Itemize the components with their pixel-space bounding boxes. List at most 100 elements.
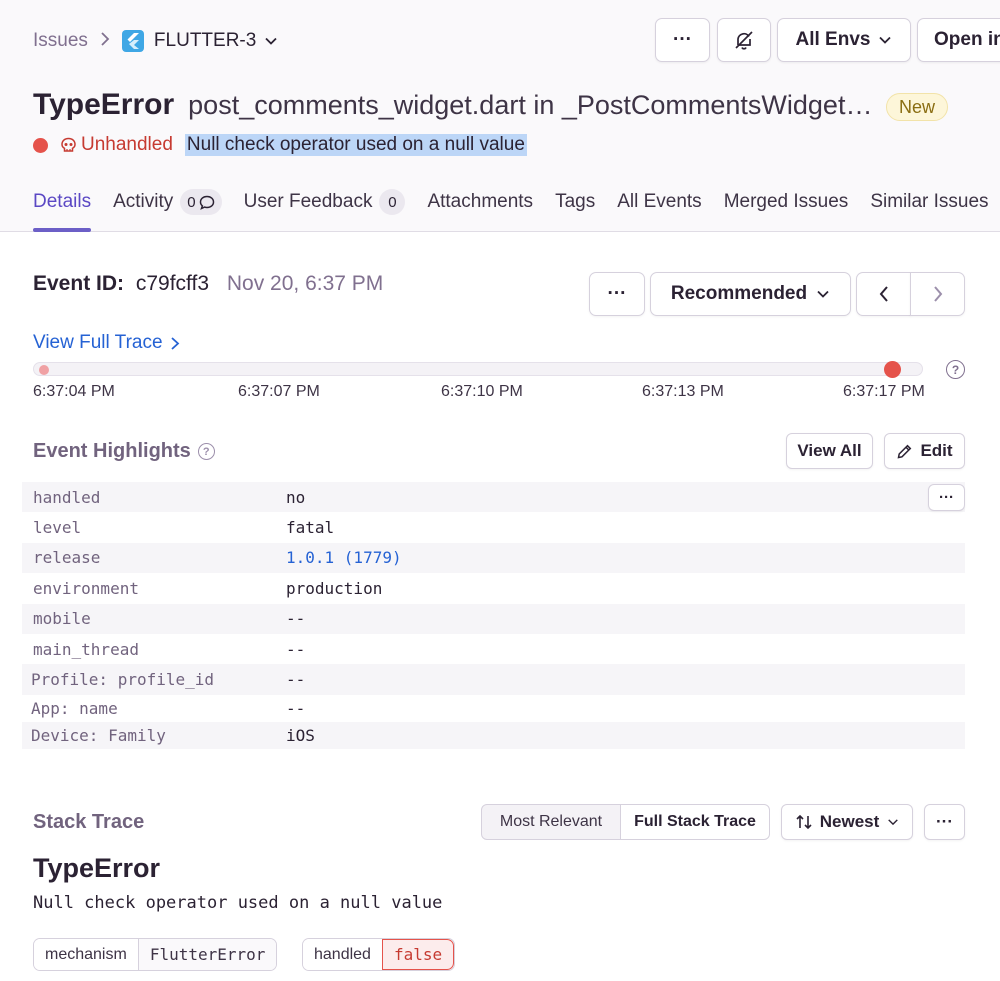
chevron-right-icon [933,286,942,302]
highlights-more-button[interactable]: ··· [928,484,965,511]
previous-event-button[interactable] [856,272,911,316]
issue-subtitle: Unhandled Null check operator used on a … [33,134,527,156]
table-row: Profile: profile_id -- [22,664,965,695]
stack-trace-title: Stack Trace [33,811,144,834]
view-all-label: View All [797,441,862,460]
highlight-value: fatal [286,518,335,538]
tab-similar-issues[interactable]: Similar Issues [870,186,988,218]
tag-key: mechanism [34,939,138,970]
most-relevant-option[interactable]: Most Relevant [482,805,620,839]
tab-all-events[interactable]: All Events [617,186,701,218]
flutter-icon [121,30,144,52]
event-sort-selector[interactable]: Recommended [650,272,851,316]
highlight-key: level [33,518,82,538]
tab-label: Tags [555,191,596,212]
timeline-tick: 6:37:17 PM [843,383,925,400]
highlight-value: iOS [286,725,315,745]
timeline-tick: 6:37:10 PM [441,383,523,400]
next-event-button[interactable] [910,272,965,316]
table-row: main_thread -- [22,634,965,664]
view-full-trace-label: View Full Trace [33,332,163,353]
issue-type: TypeError [33,88,175,121]
highlight-key: main_thread [33,639,139,659]
highlight-value: production [286,578,383,598]
table-row: mobile -- [22,603,965,634]
more-icon: ··· [936,812,953,831]
tab-label: Attachments [427,191,534,212]
tab-label: Merged Issues [723,191,849,212]
help-icon[interactable]: ? [197,443,215,460]
trace-start-marker[interactable] [39,365,49,375]
comment-icon [199,195,214,210]
activity-count: 0 [180,189,222,215]
header-more-button[interactable]: ··· [655,18,710,62]
open-in-button[interactable]: Open in [917,18,1000,62]
issue-tabs: Details Activity 0 User Feedback 0 Attac… [33,186,1000,232]
highlight-value: -- [286,670,306,690]
stack-order-selector[interactable]: Newest [781,804,913,840]
tab-details[interactable]: Details [33,186,92,232]
bell-slash-icon [735,31,753,50]
mechanism-tag[interactable]: mechanism FlutterError [33,938,278,971]
tab-activity[interactable]: Activity 0 [113,186,222,218]
highlight-key: environment [33,578,139,598]
highlight-value: -- [286,609,306,629]
table-row: release 1.0.1 (1779) [22,542,965,574]
event-highlights-title: Event Highlights ? [33,440,215,463]
more-icon: ··· [607,283,627,304]
tab-attachments[interactable]: Attachments [427,186,533,218]
highlight-value: -- [286,639,306,659]
issue-title: TypeError post_comments_widget.dart in _… [33,88,878,122]
breadcrumb-issues[interactable]: Issues [33,30,88,52]
highlight-value: no [286,487,306,507]
stack-more-button[interactable]: ··· [924,804,965,840]
help-icon[interactable]: ? [946,360,965,379]
tab-user-feedback[interactable]: User Feedback 0 [244,186,406,218]
feedback-count: 0 [379,189,406,215]
chevron-down-icon [879,36,892,44]
tag-value: false [381,939,455,970]
unhandled-status: Unhandled [60,134,173,156]
tab-label: Activity [113,191,174,212]
new-badge: New [886,93,949,121]
section-title-text: Stack Trace [33,811,145,833]
environment-selector[interactable]: All Envs [777,18,911,62]
full-stack-trace-option[interactable]: Full Stack Trace [620,805,769,839]
environment-label: All Envs [795,29,871,50]
tab-merged-issues[interactable]: Merged Issues [724,186,849,218]
chevron-right-icon [170,336,179,350]
project-selector[interactable]: FLUTTER-3 [154,30,278,52]
trace-error-marker[interactable] [884,361,901,378]
table-row: environment production [22,573,965,603]
open-in-label: Open in [934,29,1000,50]
table-row: Device: Family iOS [22,721,965,749]
table-row: handled no [22,482,965,513]
highlight-key: Profile: profile_id [31,670,215,690]
trace-timeline[interactable] [33,361,923,378]
highlight-key: handled [33,487,101,507]
tab-tags[interactable]: Tags [555,186,595,218]
chevron-left-icon [879,286,888,302]
mute-button[interactable] [717,18,771,62]
section-title-text: Event Highlights [33,440,191,462]
timeline-tick: 6:37:13 PM [642,383,724,400]
stack-view-toggle: Most Relevant Full Stack Trace [481,804,770,840]
level-indicator-icon [33,137,48,153]
chevron-down-icon [817,290,829,298]
handled-tag[interactable]: handled false [302,938,456,971]
event-more-button[interactable]: ··· [589,272,645,316]
view-all-button[interactable]: View All [786,433,873,469]
event-sort-label: Recommended [670,283,808,304]
release-link[interactable]: 1.0.1 (1779) [286,548,402,567]
edit-highlights-button[interactable]: Edit [884,433,965,469]
event-id[interactable]: c79fcff3 [136,272,209,295]
event-id-label: Event ID: [33,272,125,295]
issue-header: Issues FLUTTER-3 ··· All Envs Open in Ty… [0,0,1000,232]
pencil-icon [897,444,912,458]
tag-value: FlutterError [137,939,277,970]
event-highlights-table: handled no level fatal release 1.0.1 (1779)… [22,482,965,749]
issue-location: post_comments_widget.dart in _PostCommen… [188,89,879,120]
edit-label: Edit [920,441,953,460]
highlight-value: -- [286,698,306,718]
view-full-trace-link[interactable]: View Full Trace [33,332,180,354]
